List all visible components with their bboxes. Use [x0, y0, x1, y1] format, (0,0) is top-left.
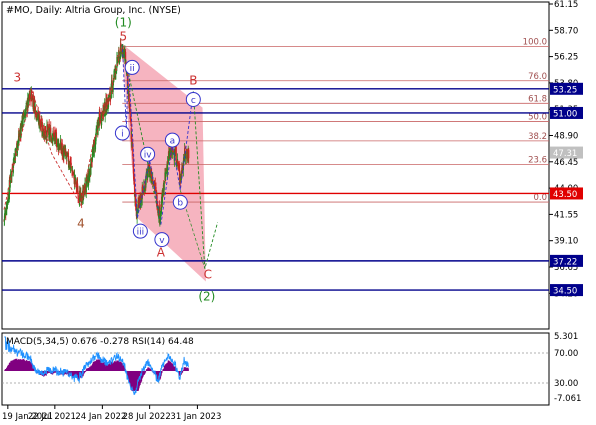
wave-label-C: C	[204, 268, 212, 282]
main-panel	[1, 1, 550, 330]
price-tick-label: 39.10	[554, 237, 578, 247]
fib-label: 0.0	[533, 193, 547, 203]
indicator-tick-label: -7.061	[554, 394, 581, 404]
indicator-title: MACD(5,34,5) 0.676 -0.278 RSI(14) 64.48	[6, 337, 194, 347]
wave-label-5: 5	[119, 29, 127, 43]
price-tick-label: 48.90	[554, 132, 578, 142]
indicator-tick-label: 30.00	[554, 379, 578, 389]
chart-canvas: 100.0 76.0 61.8 50.0 38.2 23.6 0.0 (1) (2) 3 4 5 A B…	[1, 0, 583, 422]
wave-label-i: i	[121, 130, 124, 140]
wave-label-c: c	[191, 96, 196, 106]
level-tag-label: 51.00	[553, 109, 577, 119]
wave-label-A: A	[157, 246, 166, 260]
wave-label-ii: ii	[130, 64, 135, 74]
price-tick-label: 56.25	[554, 53, 578, 63]
wave-label-a: a	[170, 137, 176, 147]
candle-body	[188, 149, 190, 159]
wave-label-4: 4	[77, 216, 85, 230]
fib-label: 50.0	[528, 113, 547, 123]
wave-label-primary-1: (1)	[115, 15, 132, 29]
wave-label-v: v	[159, 236, 165, 246]
level-tag-label: 34.50	[553, 287, 577, 297]
candle-body	[22, 114, 24, 126]
fib-label: 38.2	[528, 132, 547, 142]
wave-label-primary-2: (2)	[198, 290, 215, 304]
fib-label: 76.0	[528, 72, 547, 82]
wave-label-3: 3	[14, 70, 22, 84]
indicator-tick-label: 5.301	[554, 332, 578, 342]
level-tag-label: 43.50	[553, 190, 577, 200]
candle-body	[163, 181, 165, 190]
price-tick-label: 58.70	[554, 26, 578, 36]
candle-body	[111, 80, 113, 84]
candle-body	[70, 162, 72, 166]
indicator-axis: 5.301 70.00 30.00 -7.061	[554, 332, 581, 404]
time-tick-label: 24 Jan 2022	[75, 412, 126, 422]
time-tick-label: 22 Jul 2021	[28, 412, 76, 422]
candle-body	[77, 196, 79, 198]
current-price-label: 47.31	[553, 149, 577, 159]
wave-label-B: B	[189, 73, 197, 87]
fib-label: 23.6	[528, 155, 547, 165]
level-price-tags: 53.25 51.00 43.50 37.22 34.50 47.31	[550, 82, 583, 297]
chart-title: #MO, Daily: Altria Group, Inc. (NYSE)	[6, 5, 181, 16]
wave-label-b: b	[177, 199, 183, 209]
price-tick-label: 61.15	[554, 0, 578, 10]
indicator-tick-label: 70.00	[554, 349, 578, 359]
time-axis: 19 Jan 202122 Jul 2021 24 Jan 202228 Jul …	[2, 405, 221, 422]
time-tick-label: 28 Jul 2022	[123, 412, 171, 422]
fib-label: 61.8	[528, 94, 547, 104]
level-tag-label: 37.22	[553, 257, 577, 267]
price-tick-label: 46.45	[554, 158, 578, 168]
wave-label-iii: iii	[137, 228, 145, 238]
fib-label: 100.0	[523, 37, 547, 47]
price-tick-label: 41.55	[554, 210, 578, 220]
time-tick-label: 31 Jan 2023	[170, 412, 221, 422]
level-tag-label: 53.25	[553, 85, 577, 95]
wave-label-iv: iv	[144, 151, 153, 161]
